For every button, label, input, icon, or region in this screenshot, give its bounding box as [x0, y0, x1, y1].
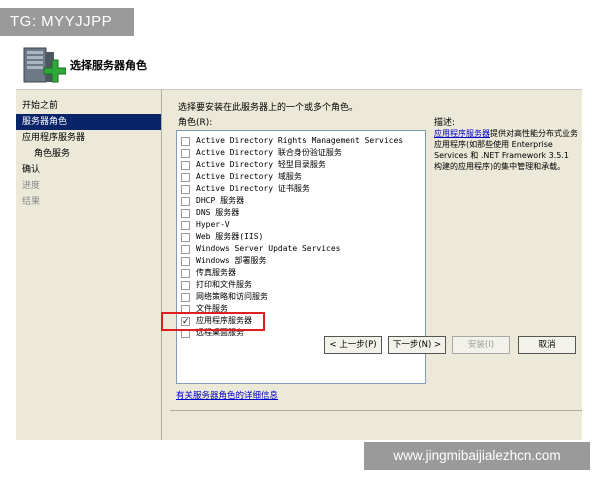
cancel-button[interactable]: 取消 [518, 336, 576, 354]
nav-item-role-services[interactable]: 角色服务 [16, 146, 161, 162]
next-button[interactable]: 下一步(N) > [388, 336, 446, 354]
button-bar: < 上一步(P) 下一步(N) > 安装(I) 取消 [170, 0, 582, 480]
nav-item-before-you-begin[interactable]: 开始之前 [16, 98, 161, 114]
nav-item-application-server[interactable]: 应用程序服务器 [16, 130, 161, 146]
previous-button[interactable]: < 上一步(P) [324, 336, 382, 354]
nav-item-server-roles[interactable]: 服务器角色 [16, 114, 161, 130]
watermark: www.jingmibaijialezhcn.com [364, 442, 590, 470]
install-button: 安装(I) [452, 336, 510, 354]
page-title: 选择服务器角色 [70, 59, 147, 72]
wizard-nav: 开始之前 服务器角色 应用程序服务器 角色服务 确认 进度 结果 [16, 90, 162, 440]
server-add-role-icon [23, 47, 66, 83]
nav-item-results: 结果 [22, 197, 41, 207]
tg-badge: TG: MYYJJPP [0, 8, 134, 36]
nav-item-progress: 进度 [22, 181, 41, 191]
nav-item-confirmation[interactable]: 确认 [16, 162, 161, 178]
